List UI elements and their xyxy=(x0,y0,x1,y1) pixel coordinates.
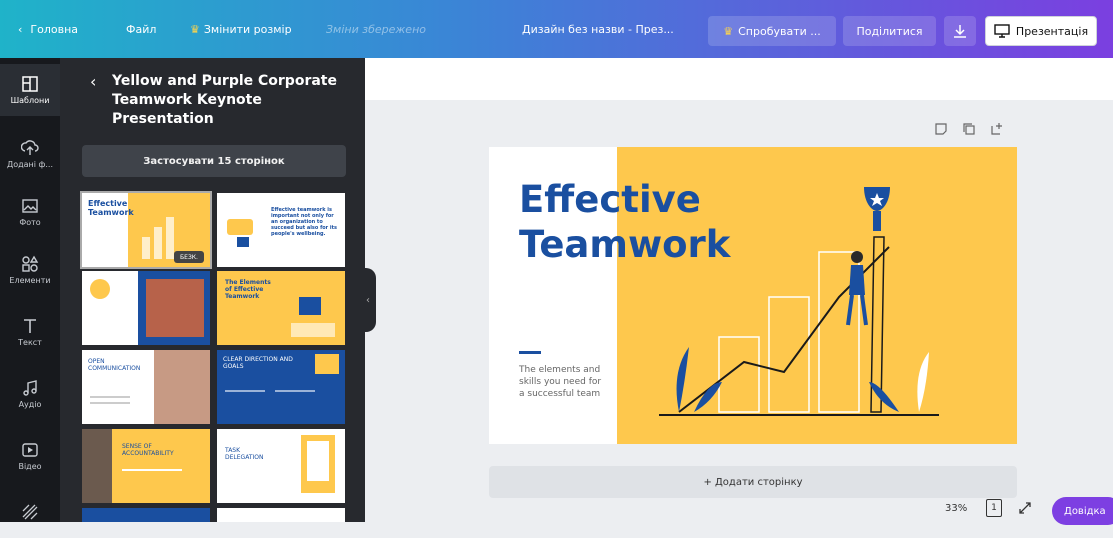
download-icon xyxy=(954,25,966,38)
templates-panel: ‹ Yellow and Purple Corporate Teamwork K… xyxy=(60,58,365,522)
template-page-thumb-8[interactable]: TASK DELEGATION xyxy=(217,429,345,503)
template-page-thumb-2[interactable]: Effective teamwork is important not only… xyxy=(217,193,345,267)
rail-item-templates[interactable]: Шаблони xyxy=(0,64,60,116)
home-link[interactable]: ‹ Головна xyxy=(18,0,78,58)
rail-item-uploads[interactable]: Додані ф... xyxy=(0,128,60,180)
page-tools xyxy=(934,122,1004,136)
free-badge: БЕЗК. xyxy=(174,251,204,263)
template-page-thumb-5[interactable]: OPEN COMMUNICATION xyxy=(82,350,210,424)
collapse-panel-handle[interactable]: ‹ xyxy=(360,268,376,332)
slide-subtitle[interactable]: The elements and skills you need for a s… xyxy=(519,364,609,400)
rail-item-elements[interactable]: Елементи xyxy=(0,244,60,296)
rail-item-photos[interactable]: Фото xyxy=(0,186,60,238)
back-chevron-icon[interactable]: ‹ xyxy=(90,72,96,91)
present-icon xyxy=(994,24,1010,38)
canvas-toolbar xyxy=(365,58,1113,100)
file-menu[interactable]: Файл xyxy=(126,0,156,58)
present-button[interactable]: Презентація xyxy=(985,16,1097,46)
template-page-thumb-4[interactable]: The Elements of Effective Teamwork xyxy=(217,271,345,345)
rail-item-background[interactable] xyxy=(0,486,60,538)
crown-icon: ♛ xyxy=(190,22,200,36)
note-icon[interactable] xyxy=(934,122,948,136)
template-page-thumb-10[interactable] xyxy=(217,508,345,522)
add-page-button[interactable]: + Додати сторінку xyxy=(489,466,1017,498)
add-page-icon[interactable] xyxy=(990,122,1004,136)
slide-divider xyxy=(519,351,541,354)
template-page-thumb-3[interactable] xyxy=(82,271,210,345)
upload-icon xyxy=(21,140,39,155)
duplicate-icon[interactable] xyxy=(962,122,976,136)
resize-menu[interactable]: ♛ Змінити розмір xyxy=(190,0,292,58)
teamwork-illustration xyxy=(659,187,939,416)
photo-icon xyxy=(22,199,38,213)
try-pro-button[interactable]: ♛ Спробувати ... xyxy=(708,16,836,46)
side-rail: Шаблони Додані ф... Фото Елементи Текст … xyxy=(0,58,60,522)
elements-icon xyxy=(22,255,39,272)
template-title: Yellow and Purple Corporate Teamwork Key… xyxy=(112,73,337,127)
chevron-left-icon: ‹ xyxy=(18,22,23,36)
slide-canvas[interactable]: Effective Teamwork The elements and skil… xyxy=(489,147,1017,444)
chevron-left-icon: ‹ xyxy=(366,294,370,306)
rail-item-video[interactable]: Відео xyxy=(0,430,60,482)
template-page-thumb-6[interactable]: CLEAR DIRECTION AND GOALS xyxy=(217,350,345,424)
download-button[interactable] xyxy=(944,16,976,46)
rail-item-text[interactable]: Текст xyxy=(0,306,60,358)
zoom-level[interactable]: 33% xyxy=(945,503,967,514)
template-page-thumb-1[interactable]: Effective Teamwork БЕЗК. xyxy=(80,191,212,269)
pattern-icon xyxy=(22,504,38,520)
help-button[interactable]: Довідка xyxy=(1052,497,1113,525)
template-page-thumb-9[interactable] xyxy=(82,508,210,522)
page-count-button[interactable]: 1 xyxy=(986,499,1002,517)
audio-icon xyxy=(23,380,37,396)
apply-pages-button[interactable]: Застосувати 15 сторінок xyxy=(82,145,346,177)
crown-icon: ♛ xyxy=(723,24,734,38)
text-icon xyxy=(24,319,36,333)
design-title[interactable]: Дизайн без назви - През... xyxy=(522,0,674,58)
top-bar: ‹ Головна Файл ♛ Змінити розмір Зміни зб… xyxy=(0,0,1113,58)
rail-item-audio[interactable]: Аудіо xyxy=(0,368,60,420)
templates-icon xyxy=(22,76,38,92)
share-button[interactable]: Поділитися xyxy=(843,16,936,46)
template-page-thumb-7[interactable]: SENSE OF ACCOUNTABILITY xyxy=(82,429,210,503)
video-icon xyxy=(22,443,38,457)
save-status: Зміни збережено xyxy=(326,22,426,36)
fullscreen-icon[interactable] xyxy=(1018,501,1032,515)
